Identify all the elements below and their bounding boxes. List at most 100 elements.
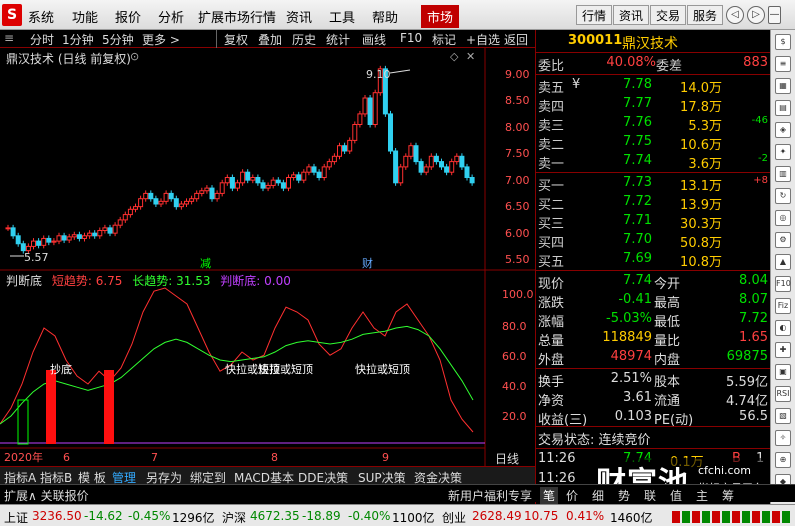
- panel-tab[interactable]: 主: [696, 487, 708, 504]
- tab-more[interactable]: 更多 >: [142, 31, 180, 48]
- tab-intraday[interactable]: 分时: [30, 31, 54, 48]
- side-tool-icon[interactable]: ▧: [775, 408, 791, 424]
- index-sh-change: -14.62: [84, 509, 123, 523]
- side-tool-icon[interactable]: ✦: [775, 144, 791, 160]
- menu-analysis[interactable]: 分析: [158, 7, 184, 26]
- minimize-icon[interactable]: —: [768, 6, 781, 24]
- tab-1min[interactable]: 1分钟: [62, 31, 94, 48]
- candle: [275, 179, 281, 184]
- ask-level-4[interactable]: 卖二 7.75 10.6万: [536, 133, 771, 153]
- panel-tab[interactable]: 细: [592, 487, 604, 504]
- btn-history[interactable]: 历史: [292, 31, 316, 48]
- ask-level-5[interactable]: 卖一 7.74 3.6万 -2: [536, 152, 771, 172]
- bid-level-5[interactable]: 买五 7.69 10.8万: [536, 250, 771, 270]
- side-tool-icon[interactable]: ▣: [775, 364, 791, 380]
- side-tool-icon[interactable]: RSI: [775, 386, 791, 402]
- index-cy-label[interactable]: 创业: [442, 509, 466, 526]
- close-chart-icon[interactable]: ✕: [466, 50, 475, 63]
- annotation-kuaila: 快拉或短顶: [258, 362, 313, 376]
- bid-level-1[interactable]: 买一 7.73 13.1万 +8: [536, 174, 771, 194]
- tab-5min[interactable]: 5分钟: [102, 31, 134, 48]
- panel-tab[interactable]: 价: [566, 487, 578, 504]
- btn-stats[interactable]: 统计: [326, 31, 350, 48]
- menu-system[interactable]: 系统: [28, 7, 54, 26]
- candle: [229, 177, 235, 189]
- bid-level-4[interactable]: 买四 7.70 50.8万: [536, 231, 771, 251]
- side-tool-icon[interactable]: ◐: [775, 320, 791, 336]
- ask-label: 卖一: [538, 157, 565, 172]
- ask-level-3[interactable]: 卖三 7.76 5.3万 -46: [536, 114, 771, 134]
- candle: [122, 214, 128, 221]
- side-tool-icon[interactable]: ◈: [775, 122, 791, 138]
- btn-service[interactable]: 服务: [687, 5, 724, 25]
- menu-quote[interactable]: 报价: [115, 7, 141, 26]
- side-tool-icon[interactable]: $: [775, 34, 791, 50]
- menu-tools[interactable]: 工具: [329, 7, 355, 26]
- menu-help[interactable]: 帮助: [372, 7, 398, 26]
- btn-overlay[interactable]: 叠加: [258, 31, 282, 48]
- list-icon[interactable]: ≡: [4, 31, 14, 45]
- btn-news[interactable]: 资讯: [613, 5, 650, 25]
- menu-extended-market[interactable]: 扩展市场行情: [198, 7, 276, 26]
- btn-f10[interactable]: F10: [400, 31, 422, 45]
- btn-return[interactable]: 返回: [504, 31, 528, 48]
- panel-tab[interactable]: 新用户福利专享: [448, 487, 532, 504]
- ask-level-1[interactable]: 卖五 7.78 14.0万 ¥: [536, 76, 771, 96]
- btn-mark[interactable]: 标记: [432, 31, 456, 48]
- ask-label: 卖四: [538, 100, 565, 115]
- menu-info[interactable]: 资讯: [286, 7, 312, 26]
- side-tool-icon[interactable]: ✧: [775, 430, 791, 446]
- candle: [311, 166, 317, 173]
- candle: [25, 245, 31, 252]
- candle: [347, 139, 353, 152]
- bid-level-3[interactable]: 买三 7.71 30.3万: [536, 212, 771, 232]
- panel-tab[interactable]: 筹: [722, 487, 734, 504]
- bid-chg: +8: [753, 175, 768, 186]
- bid-level-2[interactable]: 买二 7.72 13.9万: [536, 193, 771, 213]
- btn-quotes[interactable]: 行情: [576, 5, 613, 25]
- panel-tab[interactable]: 值: [670, 487, 682, 504]
- back-icon[interactable]: ◁: [726, 6, 744, 24]
- btn-add-watchlist[interactable]: +自选: [466, 31, 500, 48]
- index-sh-label[interactable]: 上证: [4, 509, 28, 526]
- side-tool-icon[interactable]: Fiz: [775, 298, 791, 314]
- side-tool-icon[interactable]: ✚: [775, 342, 791, 358]
- candle: [459, 155, 465, 168]
- side-tool-icon[interactable]: ≡: [775, 56, 791, 72]
- btn-trade[interactable]: 交易: [650, 5, 687, 25]
- side-tool-icon[interactable]: ⚙: [775, 232, 791, 248]
- forward-icon[interactable]: ▷: [747, 6, 765, 24]
- bid-vol: 50.8万: [680, 236, 722, 251]
- candle: [5, 227, 11, 230]
- kline-chart[interactable]: 9.00 8.50 8.00 7.50 7.00 6.50 6.00 5.50 …: [0, 48, 535, 466]
- index-hs-label[interactable]: 沪深: [222, 509, 246, 526]
- side-tool-icon[interactable]: ▥: [775, 166, 791, 182]
- title-dropdown-icon[interactable]: ⊙: [130, 50, 139, 63]
- side-tool-icon[interactable]: ▲: [775, 254, 791, 270]
- side-tool-icon[interactable]: ▤: [775, 100, 791, 116]
- candle: [296, 174, 302, 181]
- quote-row-v1: 118849: [602, 330, 652, 345]
- side-tool-icon[interactable]: ◎: [775, 210, 791, 226]
- btn-draw[interactable]: 画线: [362, 31, 386, 48]
- ask-level-2[interactable]: 卖四 7.77 17.8万: [536, 95, 771, 115]
- price-tick: 9.00: [505, 68, 530, 81]
- side-tool-icon[interactable]: ⊕: [775, 452, 791, 468]
- menu-function[interactable]: 功能: [72, 7, 98, 26]
- panel-tab[interactable]: 势: [618, 487, 630, 504]
- indicator-name[interactable]: 判断底: [6, 274, 42, 288]
- price-tick: 8.50: [505, 94, 530, 107]
- expand-related[interactable]: 扩展∧ 关联报价: [4, 487, 89, 504]
- ask-label: 卖二: [538, 138, 565, 153]
- fund-row-v2: 5.59亿: [726, 375, 768, 390]
- diamond-icon[interactable]: ◇: [450, 50, 458, 63]
- side-tool-icon[interactable]: ↻: [775, 188, 791, 204]
- menu-market[interactable]: 市场: [421, 5, 460, 28]
- side-tool-icon[interactable]: F10: [775, 276, 791, 292]
- side-tool-icon[interactable]: ▦: [775, 78, 791, 94]
- panel-tab[interactable]: 联: [644, 487, 656, 504]
- panel-tab[interactable]: 笔: [540, 487, 559, 504]
- bid-label: 买三: [538, 217, 565, 232]
- candle: [107, 227, 113, 234]
- btn-adjust[interactable]: 复权: [224, 31, 248, 48]
